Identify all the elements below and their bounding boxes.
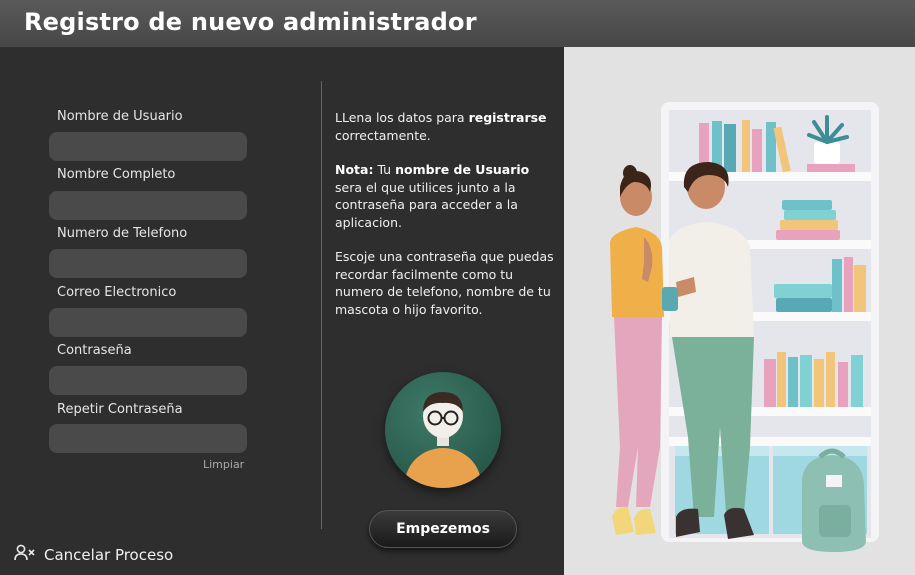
username-label: Nombre de Usuario [57,109,183,124]
info-paragraph-2: Nota: Tu nombre de Usuario sera el que u… [335,162,530,230]
info-paragraph-3: Escoje una contraseña que puedas recorda… [335,249,554,317]
fullname-input[interactable] [49,191,247,220]
repeat-password-input[interactable] [49,424,247,453]
bookshelf-couple-illustration [564,47,915,575]
username-input[interactable] [49,132,247,161]
user-x-icon [14,543,36,567]
cancel-process-label: Cancelar Proceso [44,546,174,564]
info-text: LLena los datos para registrarse correct… [335,109,557,335]
title-bar: Registro de nuevo administrador [0,0,915,47]
vertical-divider [321,81,322,529]
password-label: Contraseña [57,343,132,358]
phone-label: Numero de Telefono [57,226,188,241]
email-input[interactable] [49,308,247,337]
repeat-password-label: Repetir Contraseña [57,402,183,417]
phone-input[interactable] [49,249,247,278]
email-label: Correo Electronico [57,285,177,300]
clear-button[interactable]: Limpiar [203,458,244,471]
cancel-process-button[interactable]: Cancelar Proceso [14,543,173,567]
info-paragraph-1: LLena los datos para registrarse correct… [335,110,547,143]
start-button[interactable]: Empezemos [369,510,517,548]
password-input[interactable] [49,366,247,395]
avatar-glasses-icon [385,372,501,488]
fullname-label: Nombre Completo [57,167,176,182]
window-title: Registro de nuevo administrador [24,8,477,36]
